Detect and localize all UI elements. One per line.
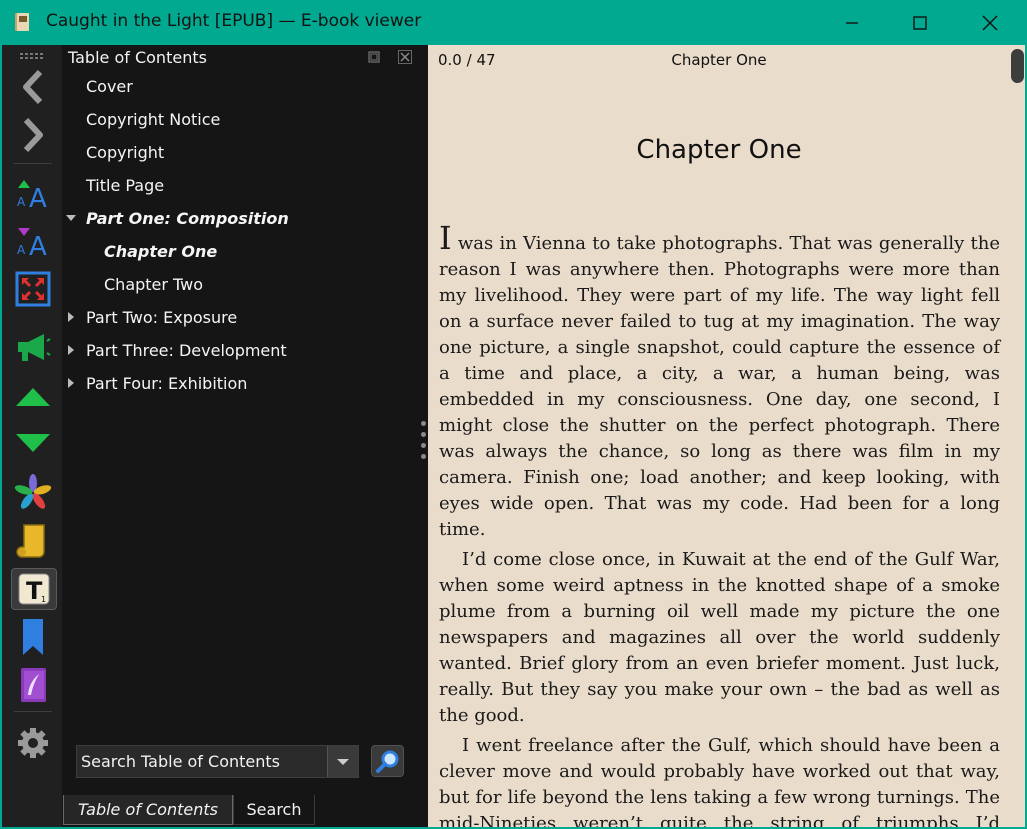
scrollbar-thumb[interactable]	[1011, 49, 1024, 83]
drop-cap: I	[439, 219, 452, 257]
book-page[interactable]: 0.0 / 47 Chapter One Chapter One I was i…	[428, 45, 1010, 827]
back-button[interactable]	[10, 65, 56, 109]
toc-item-label: Cover	[86, 76, 133, 96]
collapsed-arrow-icon[interactable]	[66, 345, 76, 355]
forward-icon	[23, 117, 43, 153]
read-aloud-icon	[18, 334, 51, 361]
metadata-button[interactable]	[10, 471, 56, 515]
running-header: Chapter One	[671, 51, 767, 69]
previous-section-icon	[16, 388, 50, 406]
toc-search-value: Search Table of Contents	[81, 752, 280, 771]
minimize-icon	[846, 21, 858, 24]
toc-item-chapter-two[interactable]: Chapter Two	[104, 270, 203, 298]
paragraph: I’d come close once, in Kuwait at the en…	[439, 549, 1000, 726]
chapter-body: I was in Vienna to take photographs. Tha…	[439, 222, 1000, 827]
close-icon	[982, 15, 998, 30]
tab-table-of-contents[interactable]: Table of Contents	[63, 795, 233, 825]
toolbar-grip-icon[interactable]	[20, 53, 46, 59]
toc-item-copyright-notice[interactable]: Copyright Notice	[86, 105, 220, 133]
toc-item-label: Chapter Two	[104, 274, 204, 294]
paragraph: I was in Vienna to take photographs. Tha…	[439, 222, 1000, 543]
toc-item-copyright[interactable]: Copyright	[86, 138, 164, 166]
window-title: Caught in the Light [EPUB] — E-book view…	[46, 11, 422, 31]
maximize-button[interactable]	[885, 0, 955, 45]
metadata-icon	[14, 474, 52, 509]
chapter-title: Chapter One	[636, 135, 802, 165]
toc-item-label: Copyright	[86, 142, 165, 162]
toc-scroll-button[interactable]	[10, 519, 56, 563]
toc-item-label: Copyright Notice	[86, 109, 221, 129]
toc-item-part-four[interactable]: Part Four: Exhibition	[86, 369, 247, 397]
toc-panel: Table of Contents Cover Copyright Notice…	[62, 45, 418, 827]
toc-item-cover[interactable]: Cover	[86, 72, 133, 100]
toc-item-label: Part Four: Exhibition	[86, 373, 248, 393]
float-panel-icon[interactable]	[368, 51, 380, 63]
toc-item-label: Part Two: Exposure	[86, 307, 238, 327]
toc-scroll-icon	[16, 524, 45, 558]
previous-section-button[interactable]	[10, 375, 56, 419]
toc-search-input[interactable]: Search Table of Contents	[76, 745, 359, 778]
highlights-icon	[21, 668, 46, 702]
next-section-icon	[16, 434, 50, 452]
panel-splitter[interactable]	[418, 45, 428, 827]
maximize-icon	[913, 15, 927, 30]
toc-item-part-two[interactable]: Part Two: Exposure	[86, 303, 237, 331]
increase-font-button[interactable]: A A	[10, 171, 56, 215]
close-button[interactable]	[955, 0, 1025, 45]
lookup-icon: T 1	[18, 573, 50, 605]
search-icon	[375, 750, 398, 773]
toc-title: Table of Contents	[68, 48, 207, 67]
increase-font-icon: A A	[17, 180, 47, 210]
close-panel-icon[interactable]	[398, 50, 412, 64]
tab-label: Search	[246, 800, 302, 819]
forward-button[interactable]	[10, 113, 56, 157]
app-icon	[15, 13, 29, 31]
next-section-button[interactable]	[10, 421, 56, 465]
bookmark-button[interactable]	[10, 615, 56, 659]
highlights-button[interactable]	[10, 663, 56, 707]
toc-item-chapter-one[interactable]: Chapter One	[104, 237, 217, 265]
paragraph-text: was in Vienna to take photographs. That …	[439, 233, 1000, 540]
collapsed-arrow-icon[interactable]	[66, 378, 76, 388]
tab-search[interactable]: Search	[233, 795, 315, 825]
decrease-font-icon: A A	[17, 228, 47, 258]
page-scrollbar[interactable]	[1010, 45, 1025, 827]
toc-item-label: Part Three: Development	[86, 340, 287, 360]
toc-item-label: Part One: Composition	[86, 208, 289, 228]
toc-search-button[interactable]	[371, 745, 404, 777]
settings-button[interactable]	[10, 721, 56, 765]
lookup-button[interactable]: T 1	[11, 568, 57, 610]
chevron-down-icon	[337, 758, 349, 765]
paragraph: I went freelance after the Gulf, which s…	[439, 735, 1000, 827]
toolbar: A A A A T 1	[2, 45, 62, 827]
expanded-arrow-icon[interactable]	[66, 213, 76, 223]
title-bar: Caught in the Light [EPUB] — E-book view…	[0, 0, 1027, 45]
decrease-font-button[interactable]: A A	[10, 219, 56, 263]
svg-text:A: A	[17, 243, 26, 257]
tab-label: Table of Contents	[78, 800, 218, 819]
toc-item-label: Title Page	[86, 175, 165, 195]
fullscreen-button[interactable]	[10, 267, 56, 311]
toc-item-title-page[interactable]: Title Page	[86, 171, 164, 199]
svg-text:A: A	[29, 184, 47, 210]
search-history-dropdown[interactable]	[327, 746, 358, 777]
svg-text:A: A	[29, 232, 47, 258]
minimize-button[interactable]	[817, 0, 887, 45]
toc-item-label: Chapter One	[104, 241, 218, 261]
read-aloud-button[interactable]	[10, 325, 56, 369]
bookmark-icon	[23, 619, 43, 655]
svg-text:A: A	[17, 195, 26, 209]
toc-item-part-one[interactable]: Part One: Composition	[86, 204, 289, 232]
toc-item-part-three[interactable]: Part Three: Development	[86, 336, 287, 364]
svg-text:1: 1	[41, 595, 46, 604]
panel-tabs: Table of Contents Search	[62, 793, 418, 827]
fullscreen-icon	[15, 271, 51, 307]
settings-icon	[18, 728, 48, 758]
back-icon	[23, 69, 43, 105]
collapsed-arrow-icon[interactable]	[66, 312, 76, 322]
